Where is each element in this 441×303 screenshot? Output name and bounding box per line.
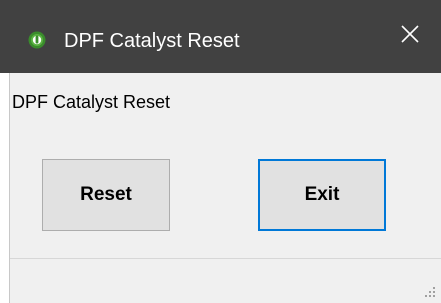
title-bar[interactable]: DPF Catalyst Reset [0,0,441,73]
close-button[interactable] [379,0,441,73]
dialog-window: DPF Catalyst Reset DPF Catalyst Reset Re… [0,0,441,303]
app-icon [28,31,46,49]
status-bar [10,258,441,303]
resize-grip-icon[interactable] [422,284,436,298]
close-icon [400,24,420,49]
window-title: DPF Catalyst Reset [64,30,240,52]
reset-button[interactable]: Reset [42,159,170,231]
exit-button[interactable]: Exit [258,159,386,231]
dialog-label: DPF Catalyst Reset [12,92,171,112]
